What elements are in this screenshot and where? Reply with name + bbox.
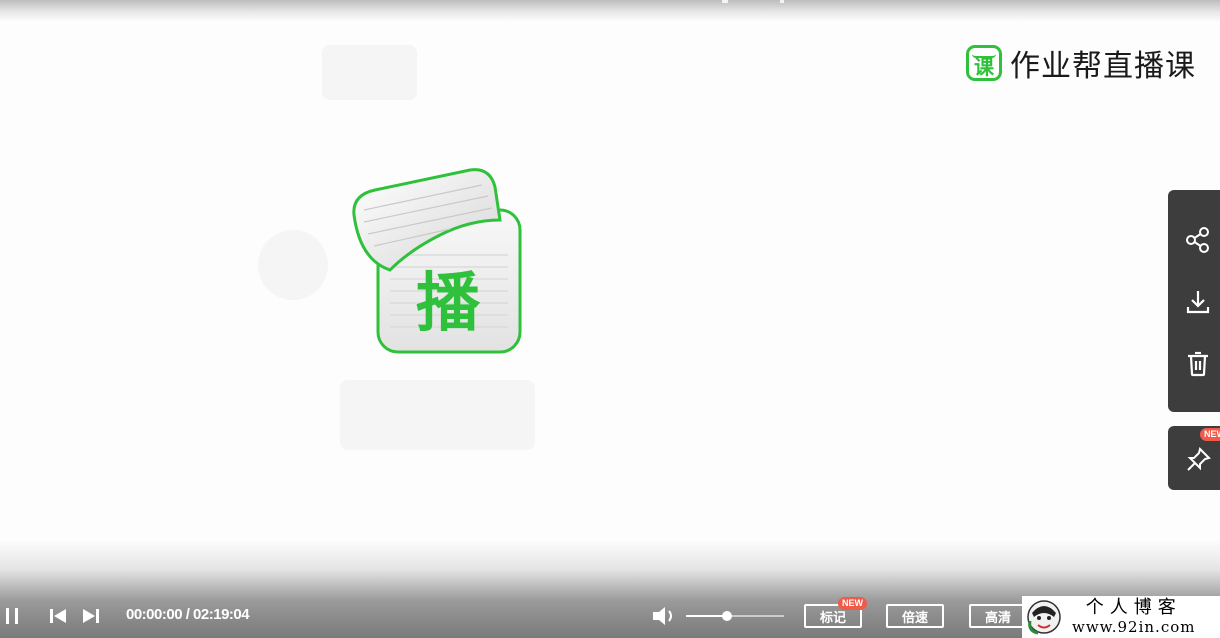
site-watermark: 个人博客 www.92in.com [1022,596,1220,638]
share-icon[interactable] [1182,224,1214,256]
watermark-title: 个人博客 [1085,597,1182,618]
ghost-shape [322,45,417,100]
pause-button[interactable] [2,605,22,627]
volume-slider[interactable] [686,611,784,621]
top-shadow [0,0,1220,22]
volume-knob[interactable] [722,611,732,621]
speed-button[interactable]: 倍速 [886,604,944,628]
brand-name: 作业帮直播课 [1010,49,1196,84]
loading-logo: 播 [350,165,525,360]
brand-logo: 课 作业帮直播课 [966,42,1196,84]
side-toolbar [1168,190,1220,412]
pin-new-badge: NEW [1200,428,1220,441]
brand-icon: 课 [966,45,1002,81]
quality-button-label: 高清 [984,610,1011,626]
watermark-avatar [1026,599,1062,635]
previous-icon[interactable] [47,605,69,627]
loading-logo-char: 播 [416,267,481,341]
ghost-shape [258,230,328,300]
video-player[interactable]: 课 作业帮直播课 播 NE 00:00:00 / 02:19:04 标记 NEW… [0,0,1220,638]
pin-icon [1182,444,1214,476]
time-display: 00:00:00 / 02:19:04 [126,606,250,623]
watermark-url: www.92in.com [1072,618,1196,636]
speed-button-label: 倍速 [901,610,928,626]
delete-icon[interactable] [1182,348,1214,380]
pin-button[interactable]: NEW [1168,426,1220,490]
volume-icon[interactable] [650,604,680,628]
download-icon[interactable] [1182,286,1214,318]
brand-icon-char: 课 [974,54,994,79]
next-icon[interactable] [80,605,102,627]
ghost-shape [340,380,535,450]
mark-new-badge: NEW [838,597,867,610]
quality-button[interactable]: 高清 [969,604,1027,628]
volume-fill [686,615,727,617]
